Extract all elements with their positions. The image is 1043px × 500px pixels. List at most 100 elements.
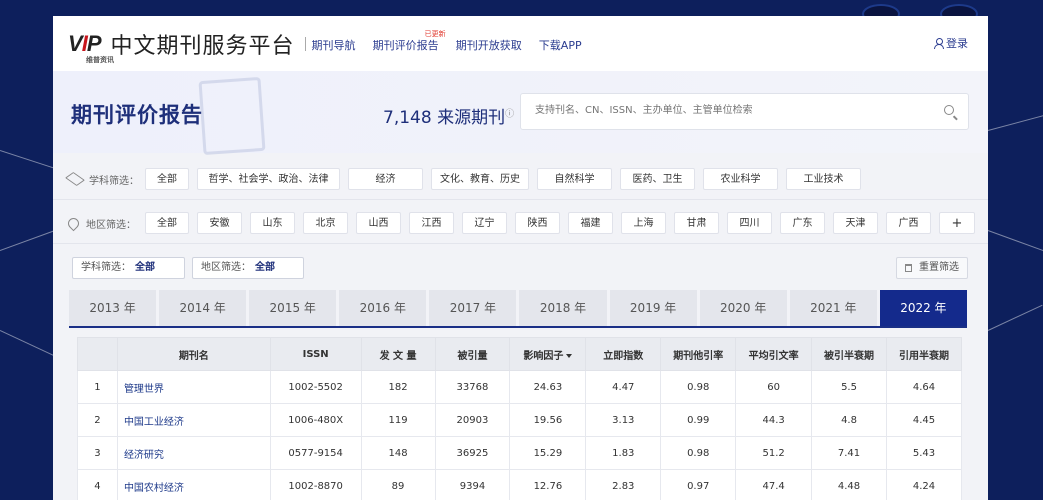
subject-chip[interactable]: 哲学、社会学、政治、法律 bbox=[197, 168, 340, 190]
table-cell: 44.3 bbox=[735, 403, 813, 437]
region-chip[interactable]: 山东 bbox=[250, 212, 295, 234]
region-chip[interactable]: 四川 bbox=[727, 212, 772, 234]
subject-selection-value: 全部 bbox=[135, 262, 155, 273]
column-header-sortable[interactable]: 影响因子 bbox=[509, 337, 587, 371]
region-chip[interactable]: 福建 bbox=[568, 212, 613, 234]
logo-subtext: 维普资讯 bbox=[86, 56, 114, 64]
tab-year[interactable]: 2018 年 bbox=[519, 290, 607, 326]
tab-year[interactable]: 2019 年 bbox=[609, 290, 697, 326]
site-logo[interactable]: VIP 维普资讯 bbox=[68, 32, 114, 64]
region-filter-text: 地区筛选： bbox=[86, 219, 136, 231]
journal-name-link[interactable]: 管理世界 bbox=[116, 370, 271, 404]
table-cell: 4.45 bbox=[885, 403, 963, 437]
reset-filters-button[interactable]: 重置筛选 bbox=[896, 257, 968, 279]
login-link[interactable]: 登录 bbox=[934, 35, 968, 51]
more-regions-button[interactable]: + bbox=[939, 212, 975, 234]
table-cell: 5.43 bbox=[885, 436, 963, 470]
tab-year[interactable]: 2014 年 bbox=[159, 290, 247, 326]
banner: 期刊评价报告 7,148 来源期刊ⓘ bbox=[53, 71, 988, 156]
nav-evaluation-report[interactable]: 期刊评价报告 已更新 bbox=[372, 30, 446, 52]
subject-chip[interactable]: 文化、教育、历史 bbox=[431, 168, 529, 190]
sort-desc-icon[interactable] bbox=[566, 353, 573, 358]
region-chip[interactable]: 天津 bbox=[833, 212, 878, 234]
column-header: ISSN bbox=[269, 337, 362, 371]
subject-selection[interactable]: 学科筛选： 全部 bbox=[72, 257, 185, 279]
subject-chip[interactable]: 全部 bbox=[145, 168, 189, 190]
table-cell: 0.98 bbox=[660, 436, 737, 470]
region-chip[interactable]: 广西 bbox=[886, 212, 931, 234]
subject-chip[interactable]: 自然科学 bbox=[537, 168, 612, 190]
journal-name-link[interactable]: 经济研究 bbox=[116, 436, 271, 470]
column-header-label: 影响因子 bbox=[523, 350, 564, 362]
region-chip[interactable]: 广东 bbox=[780, 212, 825, 234]
nav-open-access[interactable]: 期刊开放获取 bbox=[456, 39, 522, 52]
region-chip[interactable]: 辽宁 bbox=[462, 212, 507, 234]
nav-evaluation-report-label: 期刊评价报告 bbox=[372, 39, 439, 52]
main-nav: 期刊导航 期刊评价报告 已更新 期刊开放获取 下载APP bbox=[312, 30, 594, 53]
location-pin-icon bbox=[65, 215, 82, 231]
table-header-row: 期刊名 ISSN 发 文 量 被引量 影响因子 立即指数 期刊他引率 平均引文率… bbox=[77, 337, 963, 371]
nav-download-app[interactable]: 下载APP bbox=[539, 39, 582, 52]
tab-year[interactable]: 2017 年 bbox=[429, 290, 517, 326]
table-cell: 89 bbox=[360, 469, 436, 500]
trash-icon bbox=[905, 264, 912, 272]
site-title: 中文期刊服务平台 bbox=[110, 33, 295, 59]
table-cell: 7.41 bbox=[811, 436, 887, 470]
row-rank: 1 bbox=[77, 370, 118, 404]
logo-mark: VIP 维普资讯 bbox=[68, 32, 114, 64]
nav-journal-guide[interactable]: 期刊导航 bbox=[312, 39, 356, 52]
tab-year[interactable]: 2015 年 bbox=[249, 290, 337, 326]
column-header: 期刊他引率 bbox=[660, 337, 737, 371]
region-chip[interactable]: 甘肃 bbox=[674, 212, 719, 234]
subject-chip[interactable]: 工业技术 bbox=[786, 168, 861, 190]
column-header: 期刊名 bbox=[116, 337, 271, 371]
region-selection[interactable]: 地区筛选： 全部 bbox=[192, 257, 304, 279]
region-selection-label: 地区筛选： bbox=[201, 262, 251, 273]
journal-name-link[interactable]: 中国农村经济 bbox=[116, 469, 271, 500]
region-chip[interactable]: 上海 bbox=[621, 212, 666, 234]
table-cell: 0.97 bbox=[660, 469, 737, 500]
updated-badge: 已更新 bbox=[424, 30, 446, 38]
column-header: 立即指数 bbox=[585, 337, 662, 371]
column-header: 发 文 量 bbox=[360, 337, 436, 371]
tab-year[interactable]: 2020 年 bbox=[699, 290, 787, 326]
region-chip[interactable]: 山西 bbox=[356, 212, 401, 234]
journal-count-label: 来源期刊 bbox=[437, 108, 506, 128]
table-cell: 19.56 bbox=[509, 403, 587, 437]
column-header: 引用半衰期 bbox=[885, 337, 963, 371]
region-chip[interactable]: 江西 bbox=[409, 212, 454, 234]
tab-year[interactable]: 2016 年 bbox=[339, 290, 427, 326]
tab-year-active[interactable]: 2022 年 bbox=[879, 290, 967, 326]
column-header bbox=[77, 337, 118, 371]
column-header: 被引半衰期 bbox=[811, 337, 887, 371]
table-cell: 4.64 bbox=[885, 370, 963, 404]
region-chip[interactable]: 安徽 bbox=[197, 212, 242, 234]
info-icon[interactable]: ⓘ bbox=[505, 109, 514, 119]
table-cell: 47.4 bbox=[735, 469, 813, 500]
region-chip[interactable]: 陕西 bbox=[515, 212, 560, 234]
tab-year[interactable]: 2013 年 bbox=[69, 290, 157, 326]
search-icon[interactable] bbox=[944, 105, 954, 115]
table-cell: 9394 bbox=[434, 469, 511, 500]
table-cell: 1002-5502 bbox=[269, 370, 362, 404]
user-icon bbox=[934, 38, 944, 49]
table-cell: 119 bbox=[360, 403, 436, 437]
table-cell: 1006-480X bbox=[269, 403, 362, 437]
table-cell: 0.99 bbox=[660, 403, 737, 437]
subject-chip[interactable]: 经济 bbox=[348, 168, 423, 190]
region-chip[interactable]: 北京 bbox=[303, 212, 348, 234]
subject-filter-label: 学科筛选： bbox=[53, 172, 145, 187]
subject-chip[interactable]: 医药、卫生 bbox=[620, 168, 695, 190]
table-cell: 4.48 bbox=[811, 469, 887, 500]
page-title: 期刊评价报告 bbox=[71, 103, 203, 127]
search-input[interactable] bbox=[533, 104, 937, 117]
region-chip[interactable]: 全部 bbox=[145, 212, 189, 234]
journal-table: 期刊名 ISSN 发 文 量 被引量 影响因子 立即指数 期刊他引率 平均引文率… bbox=[77, 337, 963, 500]
journal-name-link[interactable]: 中国工业经济 bbox=[116, 403, 271, 437]
table-row: 3 经济研究 0577-9154 148 36925 15.29 1.83 0.98 51.2 7… bbox=[77, 436, 963, 470]
subject-selection-label: 学科筛选： bbox=[81, 262, 131, 273]
subject-chip[interactable]: 农业科学 bbox=[703, 168, 778, 190]
region-selection-value: 全部 bbox=[255, 262, 275, 273]
tab-year[interactable]: 2021 年 bbox=[789, 290, 877, 326]
subject-filter-row: 学科筛选： 全部 哲学、社会学、政治、法律 经济 文化、教育、历史 自然科学 医… bbox=[53, 159, 988, 200]
